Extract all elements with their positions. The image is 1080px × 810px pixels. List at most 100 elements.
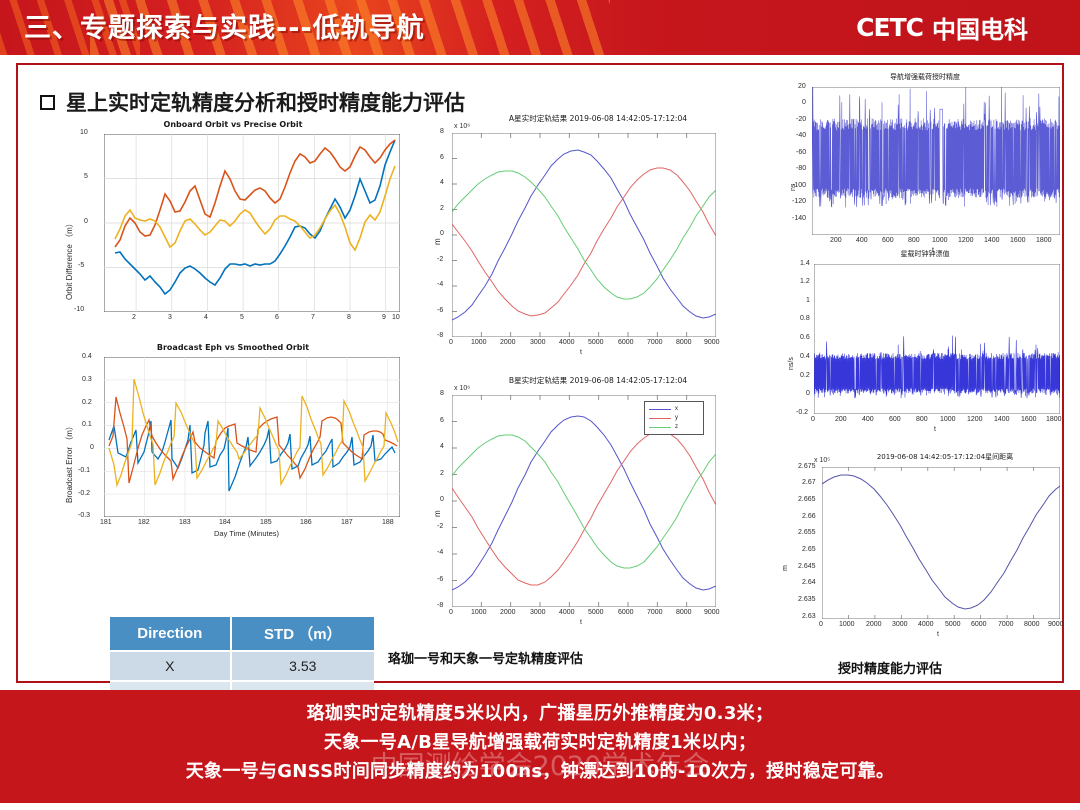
chart-onboard-orbit-xtick-2: 2 [132,314,136,321]
chart-clock-drift: 星载时钟钟漂值 ns/s 1.4 1.2 1 0.8 0.6 0.4 0.2 0… [780,250,1070,455]
section-heading-label: 星上实时定轨精度分析和授时精度能力评估 [66,91,465,115]
chart-onboard-orbit-plot: 10 5 0 -5 -10 2 3 4 5 6 7 8 9 10 [74,129,400,321]
chart-satellite-a-xtick-8000: 8000 [676,339,692,346]
chart-broadcast-eph-ytick-m02: -0.2 [78,490,91,497]
chart-timing-xtick-200: 200 [830,237,842,244]
chart-distance-ytick-263: 2.63 [802,613,816,620]
chart-broadcast-eph-ytick-03: 0.3 [82,376,92,383]
chart-broadcast-eph-xlabel: Day Time (Minutes) [214,529,280,538]
chart-clock-drift-title: 星载时钟钟漂值 [900,250,950,258]
chart-drift-xlabel: t [934,426,936,433]
chart-distance-exponent: x 10⁵ [814,457,831,464]
chart-clock-drift-plot: 1.4 1.2 1 0.8 0.6 0.4 0.2 0 -0.2 0 200 4… [796,260,1062,433]
chart-satellite-b-xtick-5000: 5000 [588,609,604,616]
chart-drift-ytick-m02: -0.2 [796,409,809,416]
chart-satellite-a-plot: 8 6 4 2 0 -2 -4 -6 -8 0 1000 2000 3000 4… [437,128,720,356]
page-title: 三、专题探索与实践---低轨导航 [24,13,425,44]
chart-satellite-a-ytick-m4: -4 [437,281,444,288]
chart-drift-xtick-1200: 1200 [967,416,983,423]
chart-satellite-b-xtick-0: 0 [449,609,453,616]
chart-drift-ytick-12: 1.2 [800,278,810,285]
chart-distance-xtick-5000: 5000 [945,621,961,628]
chart-satellite-b-xtick-8000: 8000 [676,609,692,616]
chart-broadcast-eph: Broadcast Eph vs Smoothed Orbit Broadcas… [58,343,408,558]
chart-clock-drift-ylabel: ns/s [788,357,795,370]
legend-label-z: z [675,424,678,430]
chart-distance-ytick-2675: 2.675 [798,463,816,470]
chart-satellite-a-xtick-2000: 2000 [500,339,516,346]
chart-broadcast-eph-ytick-m01: -0.1 [78,467,91,474]
chart-satellite-b-ytick-2: 2 [440,470,444,477]
legend-swatch-z [649,426,671,428]
chart-onboard-orbit-ylabel: Orbit Difference （m） [65,219,74,300]
chart-distance-ytick-2645: 2.645 [798,563,816,570]
chart-satellite-a-xtick-6000: 6000 [618,339,634,346]
chart-onboard-orbit-ytick-5: 5 [84,173,88,180]
chart-distance-xtick-6000: 6000 [971,621,987,628]
chart-onboard-orbit-ytick-0: 0 [84,218,88,225]
chart-timing-xtick-800: 800 [908,237,920,244]
chart-broadcast-eph-xtick-181: 181 [100,519,112,526]
chart-timing-accuracy-plot: 20 0 -20 -40 -60 -80 -100 -120 -140 200 … [792,83,1060,254]
chart-satellite-b-xtick-1000: 1000 [471,609,487,616]
chart-satellite-b-ytick-m8: -8 [437,602,444,609]
chart-onboard-orbit-xtick-6: 6 [275,314,279,321]
chart-drift-ytick-02: 0.2 [800,372,810,379]
chart-satellite-a-xtick-1000: 1000 [471,339,487,346]
chart-onboard-orbit-xtick-8: 8 [347,314,351,321]
chart-distance-xtick-3000: 3000 [892,621,908,628]
legend-swatch-y [649,417,671,419]
chart-satellite-a-xtick-5000: 5000 [588,339,604,346]
chart-broadcast-eph-title: Broadcast Eph vs Smoothed Orbit [156,343,310,352]
legend-label-y: y [675,415,678,421]
chart-satellite-a-ytick-m6: -6 [437,307,444,314]
chart-drift-ytick-06: 0.6 [800,334,810,341]
chart-drift-xtick-1600: 1600 [1021,416,1037,423]
chart-timing-ytick-m120: -120 [792,198,807,205]
table-header-direction: Direction [110,617,232,651]
chart-satellite-a-title: A星实时定轨结果 2019-06-08 14:42:05-17:12:04 [508,114,688,123]
chart-satellite-b-ytick-8: 8 [440,390,444,397]
slide-header: 三、专题探索与实践---低轨导航 CETC 中国电科 [0,0,1080,55]
footer-conclusions: 珞珈实时定轨精度5米以内，广播星历外推精度为0.3米； 天象一号A/B星导航增强… [0,690,1080,786]
chart-broadcast-eph-xtick-183: 183 [179,519,191,526]
chart-inter-satellite-distance: x 10⁵ 2019-06-08 14:42:05-17:12:04星间距离 m [780,453,1070,663]
chart-timing-xtick-1400: 1400 [984,237,1000,244]
chart-broadcast-eph-xtick-187: 187 [341,519,353,526]
chart-distance-xtick-9000: 9000 [1048,621,1064,628]
chart-broadcast-eph-xtick-188: 188 [382,519,394,526]
chart-satellite-b-title: B星实时定轨结果 2019-06-08 14:42:05-17:12:04 [508,376,688,385]
table-cell-std-x: 3.53 [230,650,374,681]
chart-satellite-a-ytick-8: 8 [440,128,444,135]
chart-distance-xtick-4000: 4000 [918,621,934,628]
chart-satellite-a-xtick-7000: 7000 [647,339,663,346]
chart-timing-accuracy: 导航增强载荷授时精度 ns 20 0 -20 -40 -60 -80 -100 … [780,73,1070,273]
chart-broadcast-eph-ytick-02: 0.2 [82,399,92,406]
chart-distance-ytick-264: 2.64 [802,579,816,586]
chart-onboard-orbit-ytick-m5: -5 [78,262,85,269]
footer-line-3: 天象一号与GNSS时间同步精度约为100ns，钟漂达到10的-10次方，授时稳定… [185,761,895,783]
chart-timing-accuracy-title: 导航增强载荷授时精度 [890,73,960,81]
table-row: X 3.53 [110,650,374,681]
chart-distance-ytick-265: 2.65 [802,546,816,553]
chart-satellite-b-xtick-7000: 7000 [647,609,663,616]
chart-satellite-b-ytick-m6: -6 [437,576,444,583]
chart-satellite-b-xtick-3000: 3000 [530,609,546,616]
chart-satellite-a-ytick-m2: -2 [437,256,444,263]
chart-timing-xtick-600: 600 [882,237,894,244]
chart-distance-ytick-2635: 2.635 [798,596,816,603]
chart-drift-xtick-600: 600 [889,416,901,423]
legend-entry-z: z [649,424,699,430]
section-heading: 星上实时定轨精度分析和授时精度能力评估 [40,87,465,117]
chart-drift-xtick-1000: 1000 [940,416,956,423]
chart-drift-xtick-400: 400 [862,416,874,423]
chart-timing-ytick-m60: -60 [796,149,807,156]
legend-swatch-x [649,408,671,410]
legend-entry-x: x [649,406,699,412]
caption-right: 授时精度能力评估 [838,662,943,677]
footer-bottom-edge [0,803,1080,810]
slide-footer: 中国测绘学会2020学术年会 珞珈实时定轨精度5米以内，广播星历外推精度为0.3… [0,690,1080,803]
table-header-row: Direction STD （m） [110,617,374,651]
chart-drift-ytick-04: 0.4 [800,353,810,360]
chart-onboard-orbit-xtick-5: 5 [240,314,244,321]
